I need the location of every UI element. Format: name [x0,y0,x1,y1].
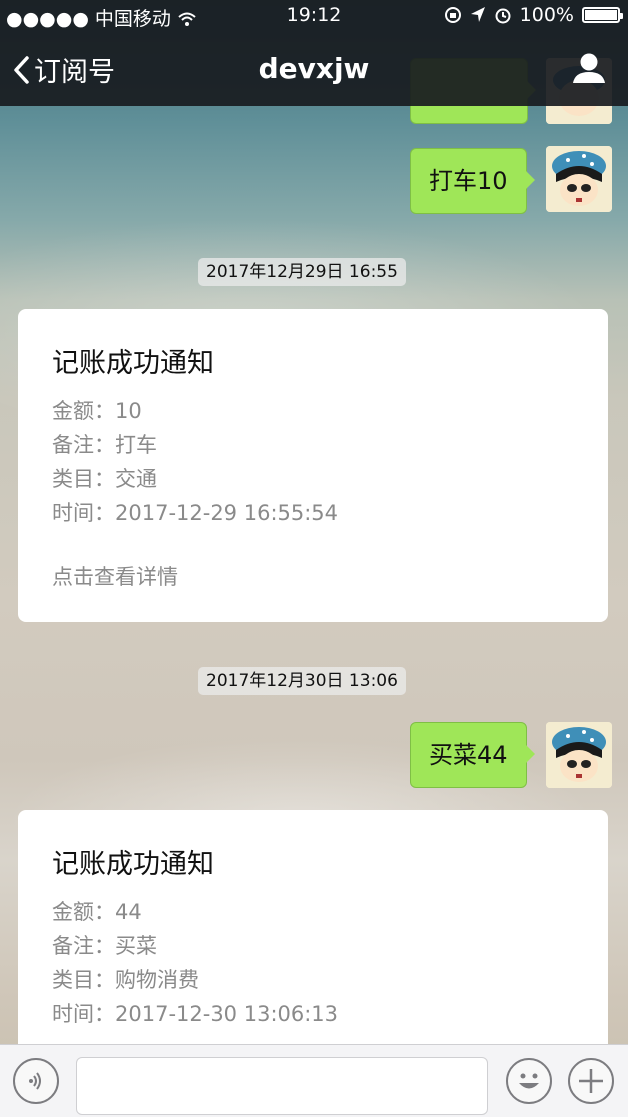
notification-card[interactable]: 记账成功通知 金额：10 备注：打车 类目：交通 时间：2017-12-29 1… [18,309,608,622]
chat-area[interactable]: 打车10 2017年12月29日 16:55 记账成功通知 金额：10 备注：打… [0,0,628,1044]
status-bar: ●●●●● 中国移动 19:12 100% [0,0,628,32]
plus-icon[interactable] [568,1058,614,1104]
timestamp: 2017年12月30日 13:06 [198,667,406,695]
card-title: 记账成功通知 [52,348,214,379]
notification-card[interactable]: 记账成功通知 金额：44 备注：买菜 类目：购物消费 时间：2017-12-30… [18,810,608,1044]
amount-row: 金额：44 [52,900,142,924]
note-row: 备注：买菜 [52,934,157,958]
input-toolbar [0,1044,628,1117]
status-right: 100% [444,4,623,26]
emoji-icon[interactable] [506,1058,552,1104]
avatar[interactable] [546,722,612,788]
alarm-icon [495,8,511,24]
amount-row: 金额：10 [52,399,142,423]
note-row: 备注：打车 [52,433,157,457]
message-bubble[interactable]: 打车10 [410,148,535,214]
category-row: 类目：交通 [52,467,157,491]
message-bubble[interactable]: 买菜44 [410,722,535,788]
location-icon [470,7,485,22]
user-icon[interactable] [572,52,606,88]
category-row: 类目：购物消费 [52,968,199,992]
battery-icon [582,7,623,23]
battery-percent: 100% [519,4,574,26]
time-row: 时间：2017-12-29 16:55:54 [52,501,339,525]
orientation-lock-icon [444,7,461,23]
avatar[interactable] [546,146,612,212]
page-title: devxjw [258,52,370,85]
voice-icon[interactable] [13,1058,59,1104]
card-title: 记账成功通知 [52,849,214,880]
view-details-link[interactable]: 点击查看详情 [52,560,574,594]
timestamp: 2017年12月29日 16:55 [198,258,406,286]
time-row: 时间：2017-12-30 13:06:13 [52,1002,339,1026]
message-input[interactable] [76,1057,488,1115]
